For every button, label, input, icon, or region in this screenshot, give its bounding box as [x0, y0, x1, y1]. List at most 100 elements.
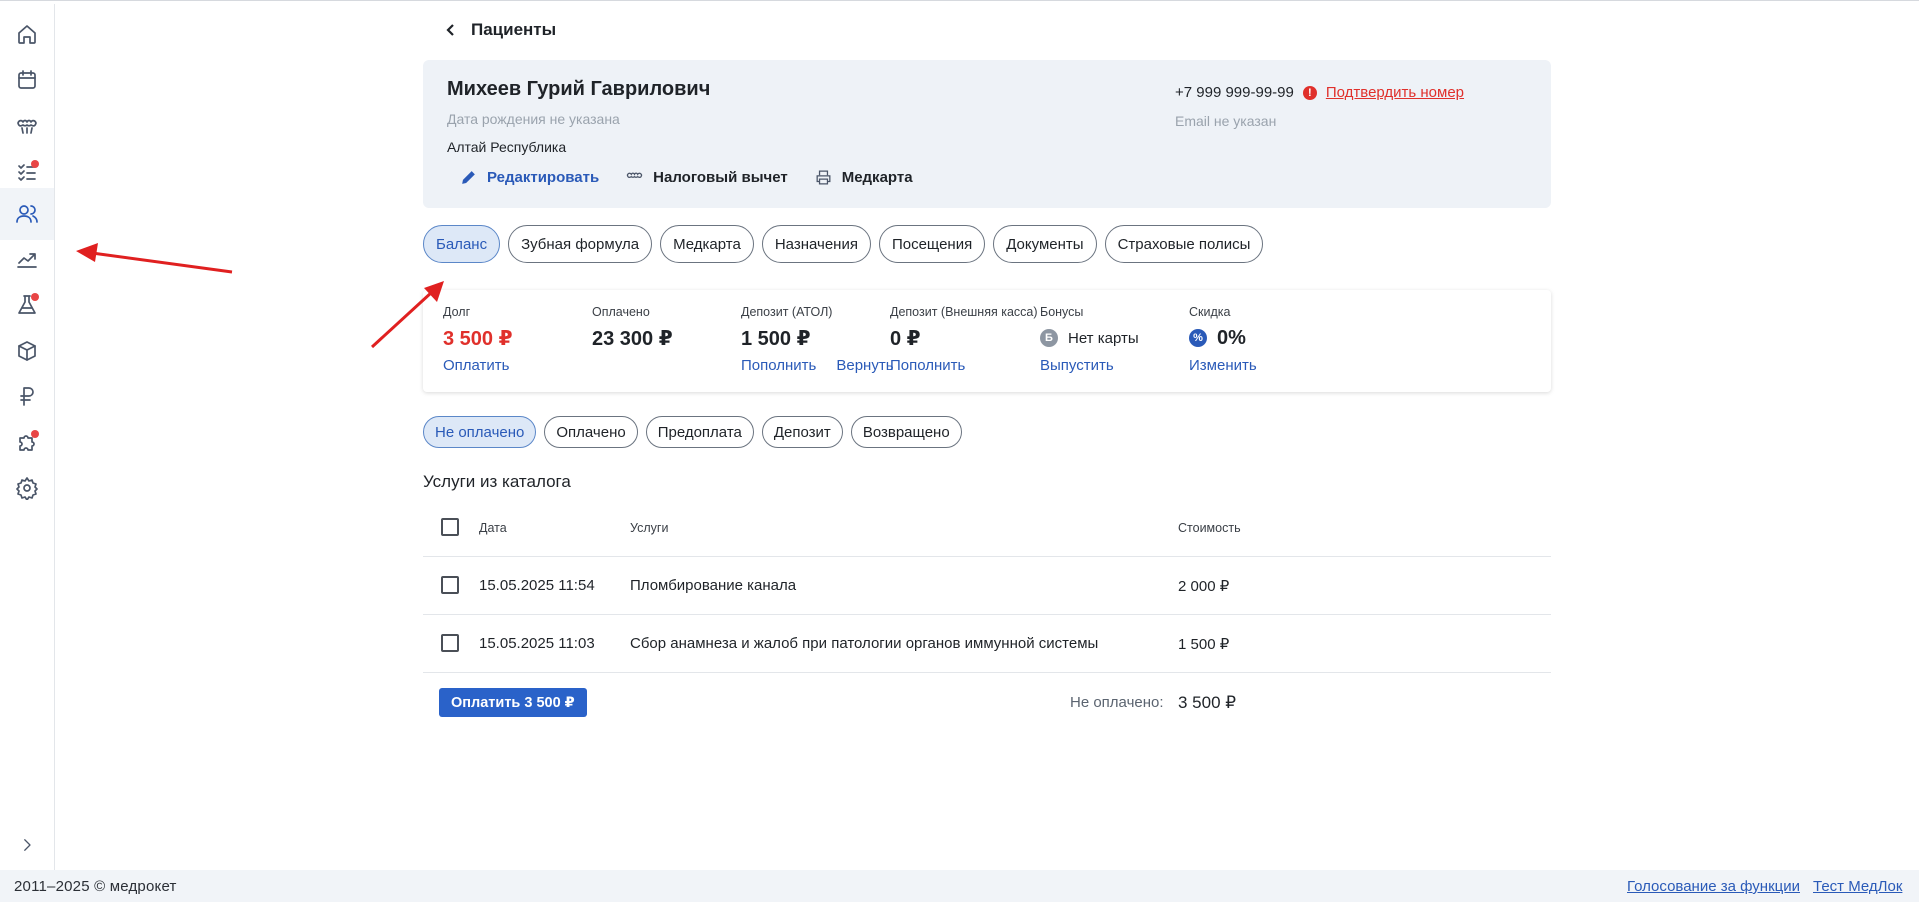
deposit-atol-topup-link[interactable]: Пополнить: [741, 357, 816, 374]
tab-documents[interactable]: Документы: [993, 225, 1097, 263]
box-icon: [18, 341, 36, 361]
debt-label: Долг: [443, 305, 471, 319]
column-cost: Стоимость: [1178, 521, 1241, 535]
sidebar-item-calendar[interactable]: [0, 54, 54, 106]
medcard-print-label: Медкарта: [841, 169, 913, 186]
printer-icon: [816, 170, 831, 185]
balance-panel: Долг 3 500 ₽ Оплатить Оплачено 23 300 ₽ …: [423, 290, 1551, 392]
patient-phone: +7 999 999-99-99: [1175, 84, 1294, 101]
discount-value: 0%: [1217, 326, 1246, 349]
tab-appointments[interactable]: Назначения: [761, 225, 871, 263]
teeth-icon: [17, 119, 37, 134]
analytics-icon: [17, 253, 37, 268]
sidebar-item-settings[interactable]: [0, 462, 54, 514]
payment-filters: Не оплачено Оплачено Предоплата Депозит …: [423, 416, 962, 448]
filter-refunded[interactable]: Возвращено: [850, 416, 962, 448]
pay-button[interactable]: Оплатить 3 500 ₽: [439, 688, 587, 717]
row-service: Пломбирование канала: [630, 577, 797, 594]
unpaid-total-value: 3 500 ₽: [1178, 693, 1237, 712]
patients-icon: [16, 205, 38, 223]
patient-card: Михеев Гурий Гаврилович Дата рождения не…: [423, 60, 1551, 208]
debt-value: 3 500 ₽: [443, 327, 513, 350]
issue-card-link[interactable]: Выпустить: [1040, 357, 1114, 374]
patient-actions: Редактировать Налоговый вычет Медкарта: [459, 168, 913, 187]
sidebar-expand-button[interactable]: [0, 819, 54, 871]
back-label: Пациенты: [471, 20, 557, 39]
sidebar-item-integrations[interactable]: [0, 416, 54, 468]
patient-email: Email не указан: [1175, 113, 1277, 129]
row-cost: 1 500 ₽: [1178, 636, 1230, 653]
test-medlok-link[interactable]: Тест МедЛок: [1813, 878, 1902, 895]
edit-button[interactable]: Редактировать: [459, 168, 599, 187]
row-checkbox[interactable]: [441, 634, 459, 652]
sidebar-item-analytics[interactable]: [0, 233, 54, 285]
tax-deduction-label: Налоговый вычет: [653, 169, 788, 186]
filter-unpaid[interactable]: Не оплачено: [423, 416, 537, 448]
paid-label: Оплачено: [592, 305, 650, 319]
patient-phone-row: +7 999 999-99-99 ! Подтвердить номер: [1175, 84, 1464, 101]
chevron-left-icon: [446, 24, 454, 36]
copyright: 2011–2025 © медрокет: [14, 878, 177, 895]
tab-medcard[interactable]: Медкарта: [660, 225, 754, 263]
tax-deduction-button[interactable]: Налоговый вычет: [625, 168, 788, 187]
annotation-arrow: [76, 243, 233, 274]
sidebar-item-home[interactable]: [0, 8, 54, 60]
deposit-atol-value: 1 500 ₽: [741, 327, 811, 350]
bonuses-value: Нет карты: [1068, 329, 1139, 347]
home-icon: [18, 25, 36, 44]
bonus-card-icon: Б: [1040, 329, 1058, 347]
services-table: Дата Услуги Стоимость 15.05.2025 11:54 П…: [423, 504, 1551, 673]
sidebar-item-dental[interactable]: [0, 100, 54, 152]
calendar-icon: [18, 70, 36, 89]
warning-icon: !: [1302, 85, 1317, 100]
sidebar-item-finance[interactable]: [0, 370, 54, 422]
tab-insurance[interactable]: Страховые полисы: [1104, 225, 1264, 263]
deposit-atol-return-link[interactable]: Вернуть: [836, 357, 893, 374]
deposit-ext-value: 0 ₽: [890, 327, 921, 350]
patient-birth: Дата рождения не указана: [447, 111, 620, 127]
bonuses-label: Бонусы: [1040, 305, 1084, 319]
balance-debt: Долг 3 500 ₽ Оплатить: [443, 305, 513, 374]
deposit-ext-topup-link[interactable]: Пополнить: [890, 357, 965, 374]
services-title: Услуги из каталога: [423, 472, 571, 491]
notification-dot: [31, 160, 39, 168]
patient-tabs: Баланс Зубная формула Медкарта Назначени…: [423, 225, 1264, 263]
top-border: [0, 0, 1919, 4]
row-cost: 2 000 ₽: [1178, 578, 1230, 595]
row-date: 15.05.2025 11:54: [479, 577, 595, 594]
pay-debt-link[interactable]: Оплатить: [443, 357, 510, 374]
deposit-ext-label: Депозит (Внешняя касса): [890, 305, 1038, 319]
select-all-checkbox[interactable]: [441, 518, 459, 536]
change-discount-link[interactable]: Изменить: [1189, 357, 1257, 374]
balance-deposit-atol: Депозит (АТОЛ) 1 500 ₽ Пополнить Вернуть: [741, 305, 894, 374]
column-service: Услуги: [630, 521, 669, 535]
balance-deposit-external: Депозит (Внешняя касса) 0 ₽ Пополнить: [890, 305, 1038, 374]
confirm-phone-link[interactable]: Подтвердить номер: [1326, 84, 1464, 101]
balance-paid: Оплачено 23 300 ₽: [592, 305, 673, 351]
feature-voting-link[interactable]: Голосование за функции: [1627, 878, 1800, 895]
filter-paid[interactable]: Оплачено: [544, 416, 638, 448]
filter-deposit[interactable]: Депозит: [761, 416, 843, 448]
column-date: Дата: [479, 521, 507, 535]
paid-value: 23 300 ₽: [592, 327, 673, 350]
sidebar-item-lab[interactable]: [0, 279, 54, 331]
table-header: Дата Услуги Стоимость: [423, 504, 1551, 557]
table-row[interactable]: 15.05.2025 11:03 Сбор анамнеза и жалоб п…: [423, 615, 1551, 673]
ruble-icon: [20, 387, 34, 406]
notification-dot: [31, 293, 39, 301]
patient-region: Алтай Республика: [447, 139, 567, 155]
row-checkbox[interactable]: [441, 576, 459, 594]
chevron-right-icon: [24, 839, 31, 851]
table-row[interactable]: 15.05.2025 11:54 Пломбирование канала 2 …: [423, 557, 1551, 615]
tab-visits[interactable]: Посещения: [878, 225, 986, 263]
filter-prepayment[interactable]: Предоплата: [645, 416, 754, 448]
teeth-icon: [626, 172, 643, 179]
notification-dot: [31, 430, 39, 438]
row-date: 15.05.2025 11:03: [479, 635, 595, 652]
back-link[interactable]: Пациенты: [443, 20, 556, 40]
balance-bonuses: Бонусы Б Нет карты Выпустить: [1040, 305, 1139, 374]
tab-dental-formula[interactable]: Зубная формула: [508, 225, 653, 263]
tab-balance[interactable]: Баланс: [423, 225, 501, 263]
edit-label: Редактировать: [487, 169, 600, 186]
medcard-print-button[interactable]: Медкарта: [814, 168, 913, 187]
